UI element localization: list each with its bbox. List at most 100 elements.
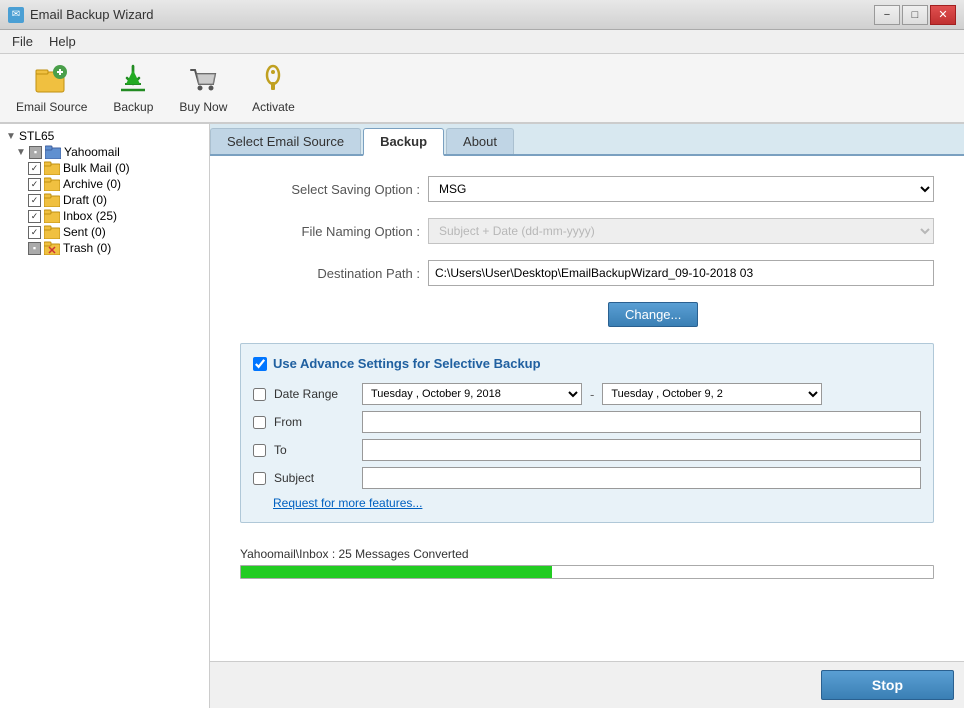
to-label: To xyxy=(274,443,354,457)
stop-button[interactable]: Stop xyxy=(821,670,954,700)
progress-section: Yahoomail\Inbox : 25 Messages Converted xyxy=(240,547,934,579)
file-naming-label: File Naming Option : xyxy=(240,224,420,239)
draft-label: Draft (0) xyxy=(63,193,107,207)
tree-archive[interactable]: ✓ Archive (0) xyxy=(4,176,205,192)
date-range-end-select[interactable]: Tuesday , October 9, 2 xyxy=(602,383,822,405)
date-range-label: Date Range xyxy=(274,387,354,401)
to-checkbox[interactable] xyxy=(253,444,266,457)
sent-checkbox[interactable]: ✓ xyxy=(28,226,41,239)
tree-trash[interactable]: ▪ Trash (0) xyxy=(4,240,205,256)
progress-bar-fill xyxy=(241,566,552,578)
maximize-button[interactable]: □ xyxy=(902,5,928,25)
change-btn-area: Change... xyxy=(428,302,934,327)
menu-bar: File Help xyxy=(0,30,964,54)
archive-label: Archive (0) xyxy=(63,177,121,191)
toolbar-email-source[interactable]: Email Source xyxy=(8,58,95,118)
from-label: From xyxy=(274,415,354,429)
inbox-folder-icon xyxy=(44,209,60,223)
inbox-label: Inbox (25) xyxy=(63,209,117,223)
request-link-area: Request for more features... xyxy=(253,495,921,510)
tree-root[interactable]: ▼ STL65 xyxy=(4,128,205,144)
subject-label: Subject xyxy=(274,471,354,485)
main-layout: ▼ STL65 ▼ ▪ Yahoomail ✓ Bulk Mail (0) ✓ xyxy=(0,124,964,708)
advanced-header: Use Advance Settings for Selective Backu… xyxy=(253,356,921,371)
date-range-row: Date Range Tuesday , October 9, 2018 - T… xyxy=(253,383,921,405)
advanced-checkbox[interactable] xyxy=(253,357,267,371)
email-source-label: Email Source xyxy=(16,100,87,114)
yahoo-expand[interactable]: ▼ xyxy=(16,147,26,158)
request-link[interactable]: Request for more features... xyxy=(273,492,422,510)
file-naming-row: File Naming Option : Subject + Date (dd-… xyxy=(240,218,934,244)
date-range-checkbox[interactable] xyxy=(253,388,266,401)
tree-yahoomail[interactable]: ▼ ▪ Yahoomail xyxy=(4,144,205,160)
minimize-button[interactable]: − xyxy=(874,5,900,25)
tab-bar: Select Email Source Backup About xyxy=(210,124,964,156)
progress-bar-background xyxy=(240,565,934,579)
destination-input[interactable] xyxy=(428,260,934,286)
window-title: Email Backup Wizard xyxy=(30,7,154,22)
trash-label: Trash (0) xyxy=(63,241,111,255)
trash-folder-icon xyxy=(44,241,60,255)
archive-folder-icon xyxy=(44,177,60,191)
tree-draft[interactable]: ✓ Draft (0) xyxy=(4,192,205,208)
tab-backup[interactable]: Backup xyxy=(363,128,444,156)
bulk-folder-icon xyxy=(44,161,60,175)
draft-checkbox[interactable]: ✓ xyxy=(28,194,41,207)
sent-label: Sent (0) xyxy=(63,225,106,239)
window-controls: − □ ✕ xyxy=(874,5,956,25)
button-area: Stop xyxy=(210,661,964,708)
tab-about[interactable]: About xyxy=(446,128,514,154)
toolbar-activate[interactable]: Activate xyxy=(243,58,303,118)
close-button[interactable]: ✕ xyxy=(930,5,956,25)
date-range-start-select[interactable]: Tuesday , October 9, 2018 xyxy=(362,383,582,405)
destination-label: Destination Path : xyxy=(240,266,420,281)
buy-now-icon xyxy=(185,62,221,98)
tree-inbox[interactable]: ✓ Inbox (25) xyxy=(4,208,205,224)
from-input[interactable] xyxy=(362,411,921,433)
backup-icon xyxy=(115,62,151,98)
toolbar-buy-now[interactable]: Buy Now xyxy=(171,58,235,118)
saving-option-select[interactable]: MSG PST PDF EML MBOX xyxy=(428,176,934,202)
inbox-checkbox[interactable]: ✓ xyxy=(28,210,41,223)
tree-bulk-mail[interactable]: ✓ Bulk Mail (0) xyxy=(4,160,205,176)
yahoo-checkbox[interactable]: ▪ xyxy=(29,146,42,159)
date-range-separator: - xyxy=(590,387,594,402)
subject-checkbox[interactable] xyxy=(253,472,266,485)
subject-row: Subject xyxy=(253,467,921,489)
menu-file[interactable]: File xyxy=(4,32,41,51)
change-button[interactable]: Change... xyxy=(608,302,698,327)
subject-input[interactable] xyxy=(362,467,921,489)
to-input[interactable] xyxy=(362,439,921,461)
activate-icon xyxy=(255,62,291,98)
advanced-title: Use Advance Settings for Selective Backu… xyxy=(273,356,541,371)
trash-checkbox[interactable]: ▪ xyxy=(28,242,41,255)
file-naming-select[interactable]: Subject + Date (dd-mm-yyyy) xyxy=(428,218,934,244)
tree-sent[interactable]: ✓ Sent (0) xyxy=(4,224,205,240)
progress-text: Yahoomail\Inbox : 25 Messages Converted xyxy=(240,547,934,561)
email-source-icon xyxy=(34,62,70,98)
toolbar-backup[interactable]: Backup xyxy=(103,58,163,118)
advanced-section: Use Advance Settings for Selective Backu… xyxy=(240,343,934,523)
archive-checkbox[interactable]: ✓ xyxy=(28,178,41,191)
from-checkbox[interactable] xyxy=(253,416,266,429)
menu-help[interactable]: Help xyxy=(41,32,84,51)
saving-option-label: Select Saving Option : xyxy=(240,182,420,197)
root-label: STL65 xyxy=(19,129,54,143)
title-bar: ✉ Email Backup Wizard − □ ✕ xyxy=(0,0,964,30)
from-row: From xyxy=(253,411,921,433)
bulk-label: Bulk Mail (0) xyxy=(63,161,130,175)
tab-content-backup: Select Saving Option : MSG PST PDF EML M… xyxy=(210,156,964,661)
bulk-checkbox[interactable]: ✓ xyxy=(28,162,41,175)
root-expand[interactable]: ▼ xyxy=(6,131,16,142)
activate-label: Activate xyxy=(252,100,295,114)
tab-select-email-source[interactable]: Select Email Source xyxy=(210,128,361,154)
app-icon: ✉ xyxy=(8,7,24,23)
yahoo-folder-icon xyxy=(45,145,61,159)
sent-folder-icon xyxy=(44,225,60,239)
draft-folder-icon xyxy=(44,193,60,207)
to-row: To xyxy=(253,439,921,461)
buy-now-label: Buy Now xyxy=(179,100,227,114)
right-panel: Select Email Source Backup About Select … xyxy=(210,124,964,708)
destination-path-row: Destination Path : xyxy=(240,260,934,286)
toolbar: Email Source Backup Buy Now xyxy=(0,54,964,124)
